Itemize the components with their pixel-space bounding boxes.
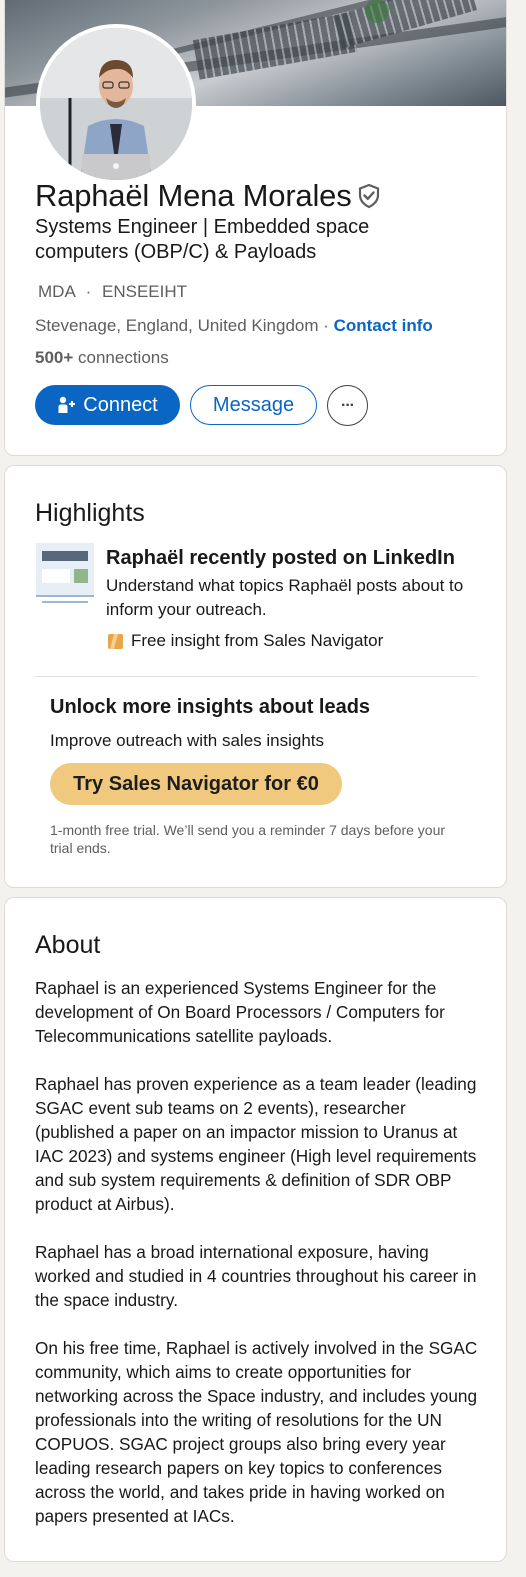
unlock-insights-title: Unlock more insights about leads bbox=[50, 696, 371, 718]
org-current-company[interactable]: MDA bbox=[38, 282, 75, 301]
sales-navigator-icon bbox=[108, 633, 123, 649]
about-body: Raphael is an experienced Systems Engine… bbox=[35, 976, 485, 1552]
connect-label: Connect bbox=[83, 393, 158, 416]
about-card: About Raphael is an experienced Systems … bbox=[4, 897, 507, 1562]
connections-count[interactable]: 500+ connections bbox=[35, 348, 169, 368]
person-photo bbox=[40, 28, 192, 180]
profile-location: Stevenage, England, United Kingdom bbox=[35, 316, 319, 335]
profile-avatar[interactable] bbox=[36, 24, 196, 184]
shield-check-icon[interactable] bbox=[355, 182, 383, 210]
about-paragraph: On his free time, Raphael is actively in… bbox=[35, 1338, 478, 1526]
profile-location-line: Stevenage, England, United Kingdom · Con… bbox=[35, 316, 433, 336]
section-divider bbox=[35, 676, 477, 677]
highlights-card: Highlights Raphaël recently posted on Li… bbox=[4, 465, 507, 888]
profile-headline: Systems Engineer | Embedded space comput… bbox=[35, 216, 370, 263]
about-paragraph: Raphael is an experienced Systems Engine… bbox=[35, 978, 445, 1046]
about-title: About bbox=[35, 931, 101, 959]
feed-post-icon bbox=[36, 543, 94, 603]
about-paragraph: Raphael has proven experience as a team … bbox=[35, 1074, 477, 1214]
try-sales-navigator-label: Try Sales Navigator for €0 bbox=[73, 772, 319, 795]
try-sales-navigator-button[interactable]: Try Sales Navigator for €0 bbox=[50, 763, 342, 805]
profile-organizations: MDA · ENSEEIHT bbox=[38, 282, 187, 302]
insight-label: Free insight from Sales Navigator bbox=[131, 631, 384, 650]
more-options-button[interactable]: ··· bbox=[327, 385, 368, 426]
org-education[interactable]: ENSEEIHT bbox=[102, 282, 187, 301]
highlights-title: Highlights bbox=[35, 499, 145, 527]
sales-navigator-insight: Free insight from Sales Navigator bbox=[108, 631, 383, 651]
message-button[interactable]: Message bbox=[190, 385, 317, 425]
profile-card: Raphaël Mena Morales Systems Engineer | … bbox=[4, 0, 507, 456]
connections-label: connections bbox=[73, 348, 169, 367]
add-person-icon bbox=[58, 396, 76, 413]
highlight-post-description: Understand what topics Raphaël posts abo… bbox=[106, 576, 464, 619]
location-separator: · bbox=[318, 316, 334, 335]
trial-note: 1-month free trial. We’ll send you a rem… bbox=[50, 822, 446, 856]
unlock-insights-subtitle: Improve outreach with sales insights bbox=[50, 731, 325, 750]
org-separator: · bbox=[85, 282, 92, 301]
contact-info-link[interactable]: Contact info bbox=[334, 316, 433, 335]
connect-button[interactable]: Connect bbox=[35, 385, 180, 425]
profile-name: Raphaël Mena Morales bbox=[35, 178, 352, 213]
message-label: Message bbox=[212, 393, 295, 416]
about-paragraph: Raphael has a broad international exposu… bbox=[35, 1242, 477, 1310]
highlight-post-title[interactable]: Raphaël recently posted on LinkedIn bbox=[106, 547, 455, 570]
more-horizontal-icon: ··· bbox=[341, 396, 355, 414]
connections-number: 500+ bbox=[35, 348, 74, 367]
